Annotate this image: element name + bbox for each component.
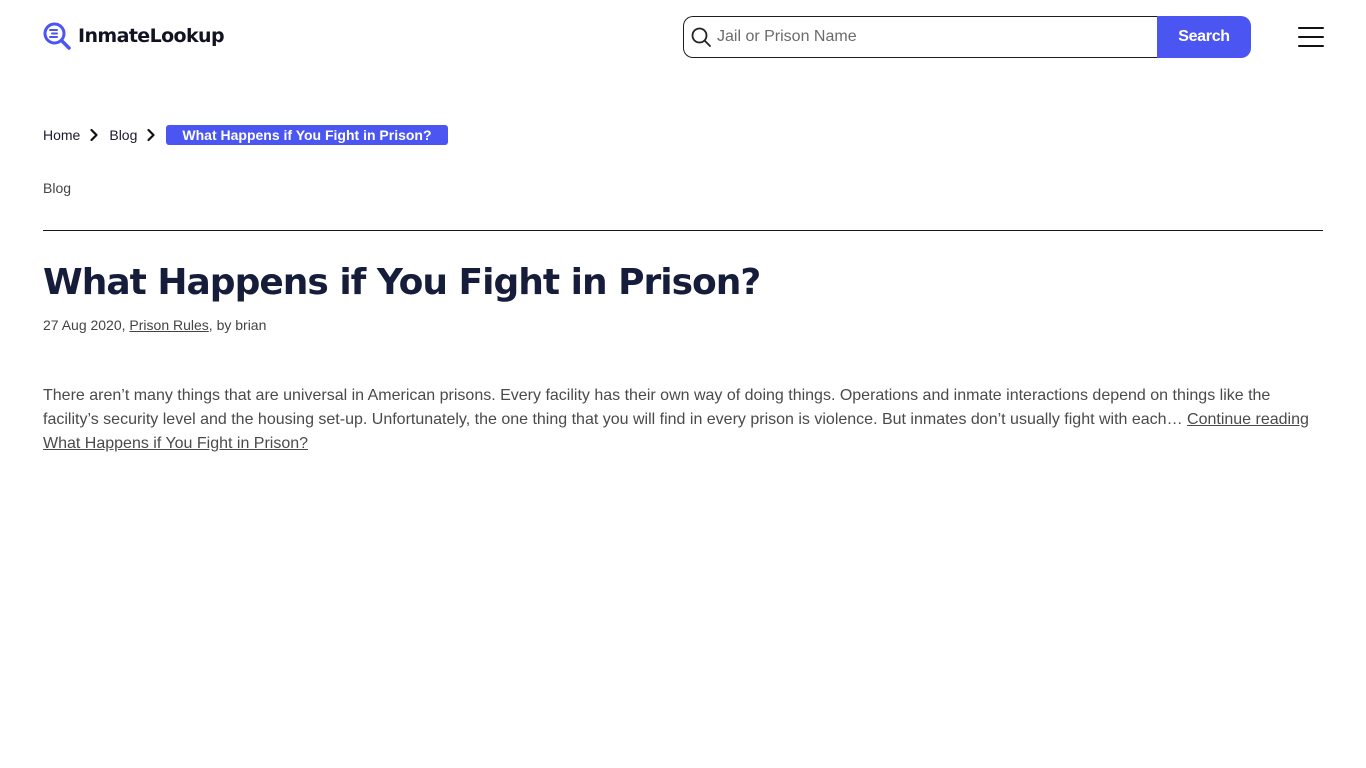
post-date: 27 Aug 2020,	[43, 317, 126, 333]
excerpt-text: There aren’t many things that are univer…	[43, 387, 1271, 428]
post-meta: 27 Aug 2020, Prison Rules, by brian	[43, 317, 266, 333]
post-excerpt: There aren’t many things that are univer…	[43, 384, 1313, 456]
breadcrumb-home[interactable]: Home	[43, 127, 80, 143]
post-category-link[interactable]: Prison Rules	[129, 317, 208, 333]
category-label: Blog	[43, 180, 72, 196]
chevron-right-icon	[147, 128, 155, 141]
menu-line	[1298, 45, 1324, 47]
breadcrumb: Home Blog What Happens if You Fight in P…	[43, 124, 448, 145]
logo-text: InmateLookup	[78, 25, 225, 47]
chevron-right-icon	[90, 128, 98, 141]
breadcrumb-current: What Happens if You Fight in Prison?	[166, 124, 448, 145]
search-button[interactable]: Search	[1157, 16, 1251, 58]
search-form: Search	[683, 16, 1251, 58]
post-author: , by brian	[208, 317, 267, 333]
search-input[interactable]	[717, 28, 1147, 46]
breadcrumb-blog[interactable]: Blog	[109, 127, 137, 143]
site-header: InmateLookup Search	[0, 0, 1366, 74]
search-box	[683, 16, 1157, 58]
menu-line	[1298, 36, 1324, 38]
divider	[43, 230, 1323, 231]
hamburger-menu-icon[interactable]	[1298, 27, 1324, 47]
search-icon	[691, 27, 711, 47]
menu-line	[1298, 27, 1324, 29]
post-title: What Happens if You Fight in Prison?	[43, 262, 761, 303]
site-logo[interactable]: InmateLookup	[43, 22, 225, 50]
magnifier-logo-icon	[43, 22, 71, 50]
